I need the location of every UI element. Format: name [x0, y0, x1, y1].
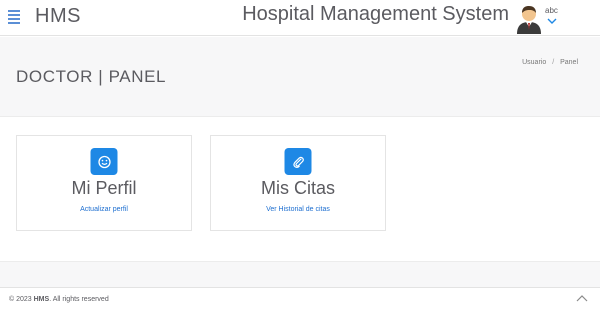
breadcrumb: Usuario / Panel [522, 59, 578, 66]
actualizar-perfil-link[interactable]: Actualizar perfil [17, 206, 191, 213]
copyright-suffix: . All rights reserved [49, 296, 109, 303]
paperclip-icon [284, 148, 312, 175]
copyright-prefix: © 2023 [9, 296, 34, 303]
app-title: Hospital Management System [242, 3, 509, 25]
card-mi-perfil: Mi Perfil Actualizar perfil [16, 135, 192, 231]
card-mis-citas: Mis Citas Ver Historial de citas [210, 135, 386, 231]
dashboard-content: Mi Perfil Actualizar perfil Mis Citas Ve… [0, 118, 600, 261]
chevron-up-icon[interactable] [576, 294, 588, 304]
user-name[interactable]: abc [545, 6, 558, 15]
top-navbar: HMS Hospital Management System abc [0, 0, 600, 36]
smiley-icon [90, 148, 118, 175]
ver-historial-citas-link[interactable]: Ver Historial de citas [211, 206, 385, 213]
content-bottom-band [0, 261, 600, 288]
page-title: DOCTOR | PANEL [16, 67, 167, 86]
breadcrumb-item-panel: Panel [560, 59, 578, 66]
user-avatar-icon[interactable] [516, 4, 542, 34]
brand-logo-text[interactable]: HMS [35, 5, 81, 28]
hamburger-menu-icon[interactable] [8, 10, 20, 24]
breadcrumb-separator: / [552, 59, 555, 66]
breadcrumb-item-usuario[interactable]: Usuario [522, 59, 546, 66]
page-header: DOCTOR | PANEL Usuario / Panel [0, 37, 600, 117]
copyright-brand: HMS [33, 296, 50, 303]
copyright-text: © 2023 HMS. All rights reserved [9, 296, 109, 303]
card-title: Mi Perfil [71, 178, 137, 198]
card-title: Mis Citas [260, 178, 335, 198]
footer: © 2023 HMS. All rights reserved [0, 288, 600, 311]
chevron-down-icon[interactable] [547, 17, 557, 25]
